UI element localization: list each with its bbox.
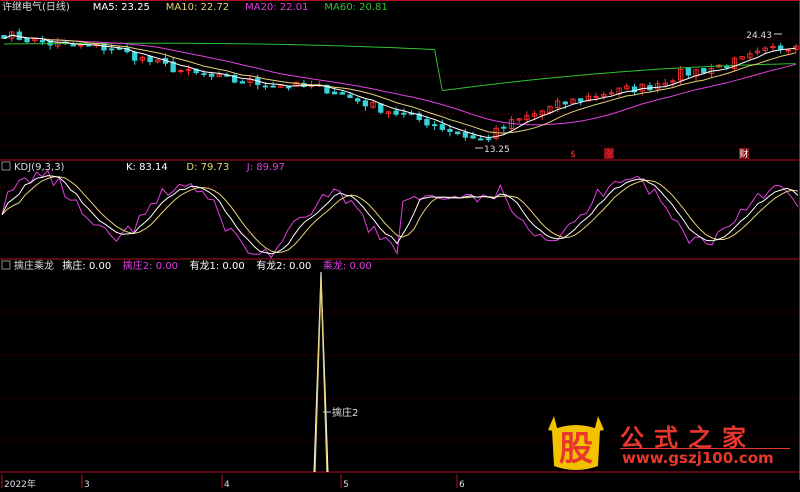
- indicator-icon: [1, 260, 11, 270]
- x-axis-label-1: 3: [84, 480, 90, 490]
- candle-body: [339, 92, 345, 95]
- x-axis-label-2: 4: [224, 480, 230, 490]
- indicator-legend-0: 擒庄: 0.00: [62, 259, 111, 272]
- candle-body: [462, 132, 469, 138]
- event-marker-0: $: [570, 150, 576, 160]
- x-axis-label-4: 6: [459, 480, 465, 490]
- candle-body: [70, 44, 76, 47]
- candle-body: [132, 52, 138, 61]
- kdj-legend-1: D: 79.73: [186, 162, 229, 173]
- candle-body: [470, 135, 476, 139]
- indicator-legend-1: 擒庄2: 0.00: [123, 259, 178, 272]
- candle-body: [116, 47, 122, 50]
- candle-body: [393, 110, 399, 115]
- candle-body: [109, 48, 115, 51]
- candle-body: [685, 68, 691, 76]
- indicator-legend-4: 乘龙: 0.00: [323, 259, 372, 272]
- indicator-title: 擒庄乘龙: [14, 259, 54, 272]
- candle-body: [239, 81, 246, 84]
- kdj-title: KDJ(9,3,3): [14, 162, 65, 173]
- main-legend-0: MA5: 23.25: [93, 2, 150, 13]
- candle-body: [378, 103, 384, 113]
- candle-body: [447, 129, 453, 132]
- indicator-legend-3: 有龙2: 0.00: [256, 259, 311, 272]
- candle-body: [262, 85, 269, 88]
- kdj-icon: [1, 161, 11, 171]
- candle-body: [562, 101, 568, 105]
- kdj-legend-0: K: 83.14: [126, 162, 168, 173]
- candle-body: [455, 131, 461, 135]
- main-legend-2: MA20: 22.01: [245, 2, 308, 13]
- candle-body: [355, 98, 361, 102]
- x-axis-label-0: 2022年: [4, 478, 36, 490]
- watermark-url: www.gszj100.com: [622, 449, 774, 467]
- x-axis-label-3: 5: [343, 480, 349, 490]
- watermark-logo: 股: [548, 416, 604, 470]
- spike-label: 擒庄2: [332, 406, 358, 419]
- candle-body: [501, 126, 507, 129]
- candle-body: [285, 86, 292, 89]
- main-legend-1: MA10: 22.72: [166, 2, 229, 13]
- candle-body: [201, 73, 207, 76]
- candle-body: [362, 100, 369, 107]
- candle-body: [701, 67, 707, 74]
- candle-body: [439, 124, 445, 130]
- candle-body: [485, 138, 492, 141]
- candle-body: [208, 73, 215, 77]
- indicator-legend-2: 有龙1: 0.00: [190, 259, 245, 272]
- candle-body: [39, 39, 46, 43]
- candle-body: [347, 94, 353, 98]
- candle-body: [777, 45, 784, 50]
- event-marker-2: 财: [739, 148, 748, 160]
- watermark-logo-text: 股: [559, 429, 593, 469]
- low-label: 13.25: [484, 145, 510, 155]
- main-legend-3: MA60: 20.81: [324, 2, 387, 13]
- event-marker-1: 涨: [604, 149, 613, 160]
- kdj-d-line: [1, 176, 799, 254]
- candle-body: [424, 118, 430, 126]
- high-label: 24.43: [746, 31, 772, 41]
- candle-body: [16, 31, 23, 40]
- candle-body: [478, 138, 484, 141]
- watermark: 股 公式之家 www.gszj100.com: [544, 416, 794, 474]
- candle-body: [401, 112, 407, 115]
- main-title: 许继电气(日线): [2, 0, 70, 13]
- kdj-legend-2: J: 89.97: [246, 162, 285, 173]
- ma10-line: [3, 34, 797, 134]
- candle-body: [331, 91, 338, 95]
- candle-body: [431, 124, 438, 127]
- candle-body: [147, 56, 153, 63]
- candle-body: [724, 66, 730, 69]
- ma60-line: [3, 42, 797, 92]
- candle-body: [578, 98, 584, 102]
- candle-body: [270, 85, 276, 88]
- indicator-spike-yellow: [314, 277, 328, 473]
- candle-body: [24, 37, 30, 43]
